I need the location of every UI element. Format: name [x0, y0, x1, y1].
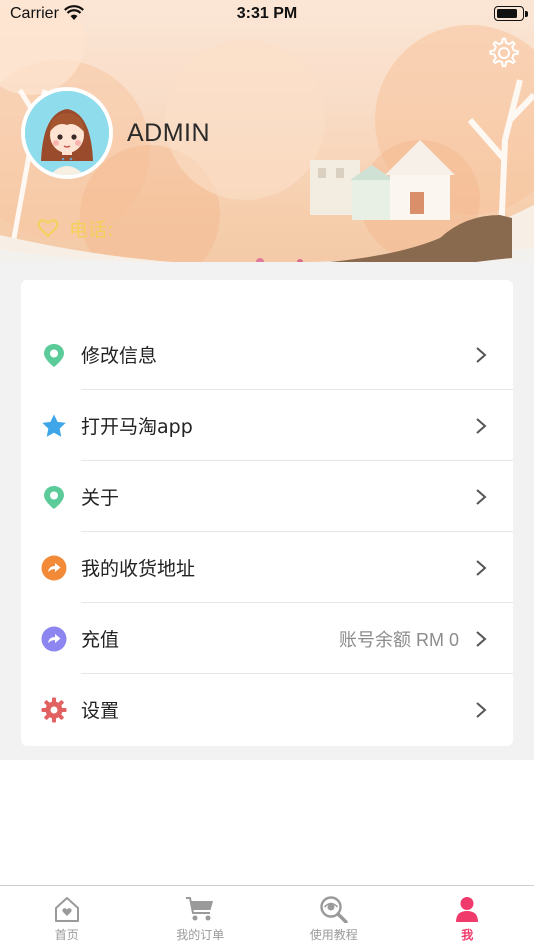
menu-item-label: 我的收货地址	[81, 558, 196, 580]
chevron-right-icon	[476, 701, 487, 718]
share-arrow-icon	[41, 626, 67, 652]
tab-label: 首页	[54, 928, 79, 942]
menu-item-shipping-address[interactable]: 我的收货地址	[21, 532, 513, 603]
account-balance-value: 账号余额 RM 0	[338, 629, 459, 650]
menu-item-label: 打开马淘app	[81, 416, 193, 438]
settings-gear-icon[interactable]	[488, 37, 520, 69]
home-heart-icon	[52, 894, 82, 924]
menu-card: 修改信息 打开马淘app 关于 我的收货地址 充值 账号余额 RM 0 设置	[21, 280, 513, 746]
location-pin-icon	[41, 484, 67, 510]
profile-header: Carrier 3:31 PM ADMIN 电话:	[0, 0, 534, 275]
menu-item-about[interactable]: 关于	[21, 461, 513, 532]
chevron-right-icon	[476, 559, 487, 576]
tab-tutorial[interactable]: 使用教程	[267, 886, 401, 950]
status-bar: Carrier 3:31 PM	[0, 0, 534, 30]
chevron-right-icon	[476, 417, 487, 434]
heart-outline-icon	[37, 219, 59, 238]
chevron-right-icon	[476, 488, 487, 505]
gear-icon	[41, 697, 67, 723]
tab-home[interactable]: 首页	[0, 886, 134, 950]
menu-item-label: 修改信息	[81, 345, 158, 367]
menu-item-edit-info[interactable]: 修改信息	[21, 319, 513, 390]
phone-row: 电话:	[37, 216, 114, 241]
cart-icon	[185, 894, 215, 924]
location-pin-icon	[41, 342, 67, 368]
phone-label: 电话:	[69, 218, 114, 241]
person-icon	[452, 894, 482, 924]
menu-item-open-app[interactable]: 打开马淘app	[21, 390, 513, 461]
menu-item-label: 关于	[81, 487, 120, 509]
username: ADMIN	[127, 119, 211, 147]
tab-me[interactable]: 我	[401, 886, 534, 950]
girl-avatar-illustration	[25, 91, 109, 175]
profile-screen: Carrier 3:31 PM ADMIN 电话: 修改信息 打开马淘app 关…	[0, 0, 534, 950]
chevron-right-icon	[476, 630, 487, 647]
eye-search-icon	[319, 894, 349, 924]
tab-label: 我	[461, 928, 474, 942]
bottom-tab-bar: 首页 我的订单 使用教程 我	[0, 885, 534, 950]
tab-my-orders[interactable]: 我的订单	[134, 886, 268, 950]
tab-label: 使用教程	[309, 928, 358, 942]
menu-item-label: 充值	[81, 629, 120, 651]
menu-list: 修改信息 打开马淘app 关于 我的收货地址 充值 账号余额 RM 0 设置	[21, 319, 513, 745]
menu-item-settings[interactable]: 设置	[21, 674, 513, 745]
star-icon	[41, 413, 67, 439]
share-arrow-icon	[41, 555, 67, 581]
chevron-right-icon	[476, 346, 487, 363]
menu-item-label: 设置	[81, 700, 120, 722]
menu-item-recharge[interactable]: 充值 账号余额 RM 0	[21, 603, 513, 674]
tab-label: 我的订单	[176, 928, 225, 942]
clock-time: 3:31 PM	[236, 5, 298, 22]
battery-icon	[494, 6, 528, 21]
avatar[interactable]	[21, 87, 113, 179]
